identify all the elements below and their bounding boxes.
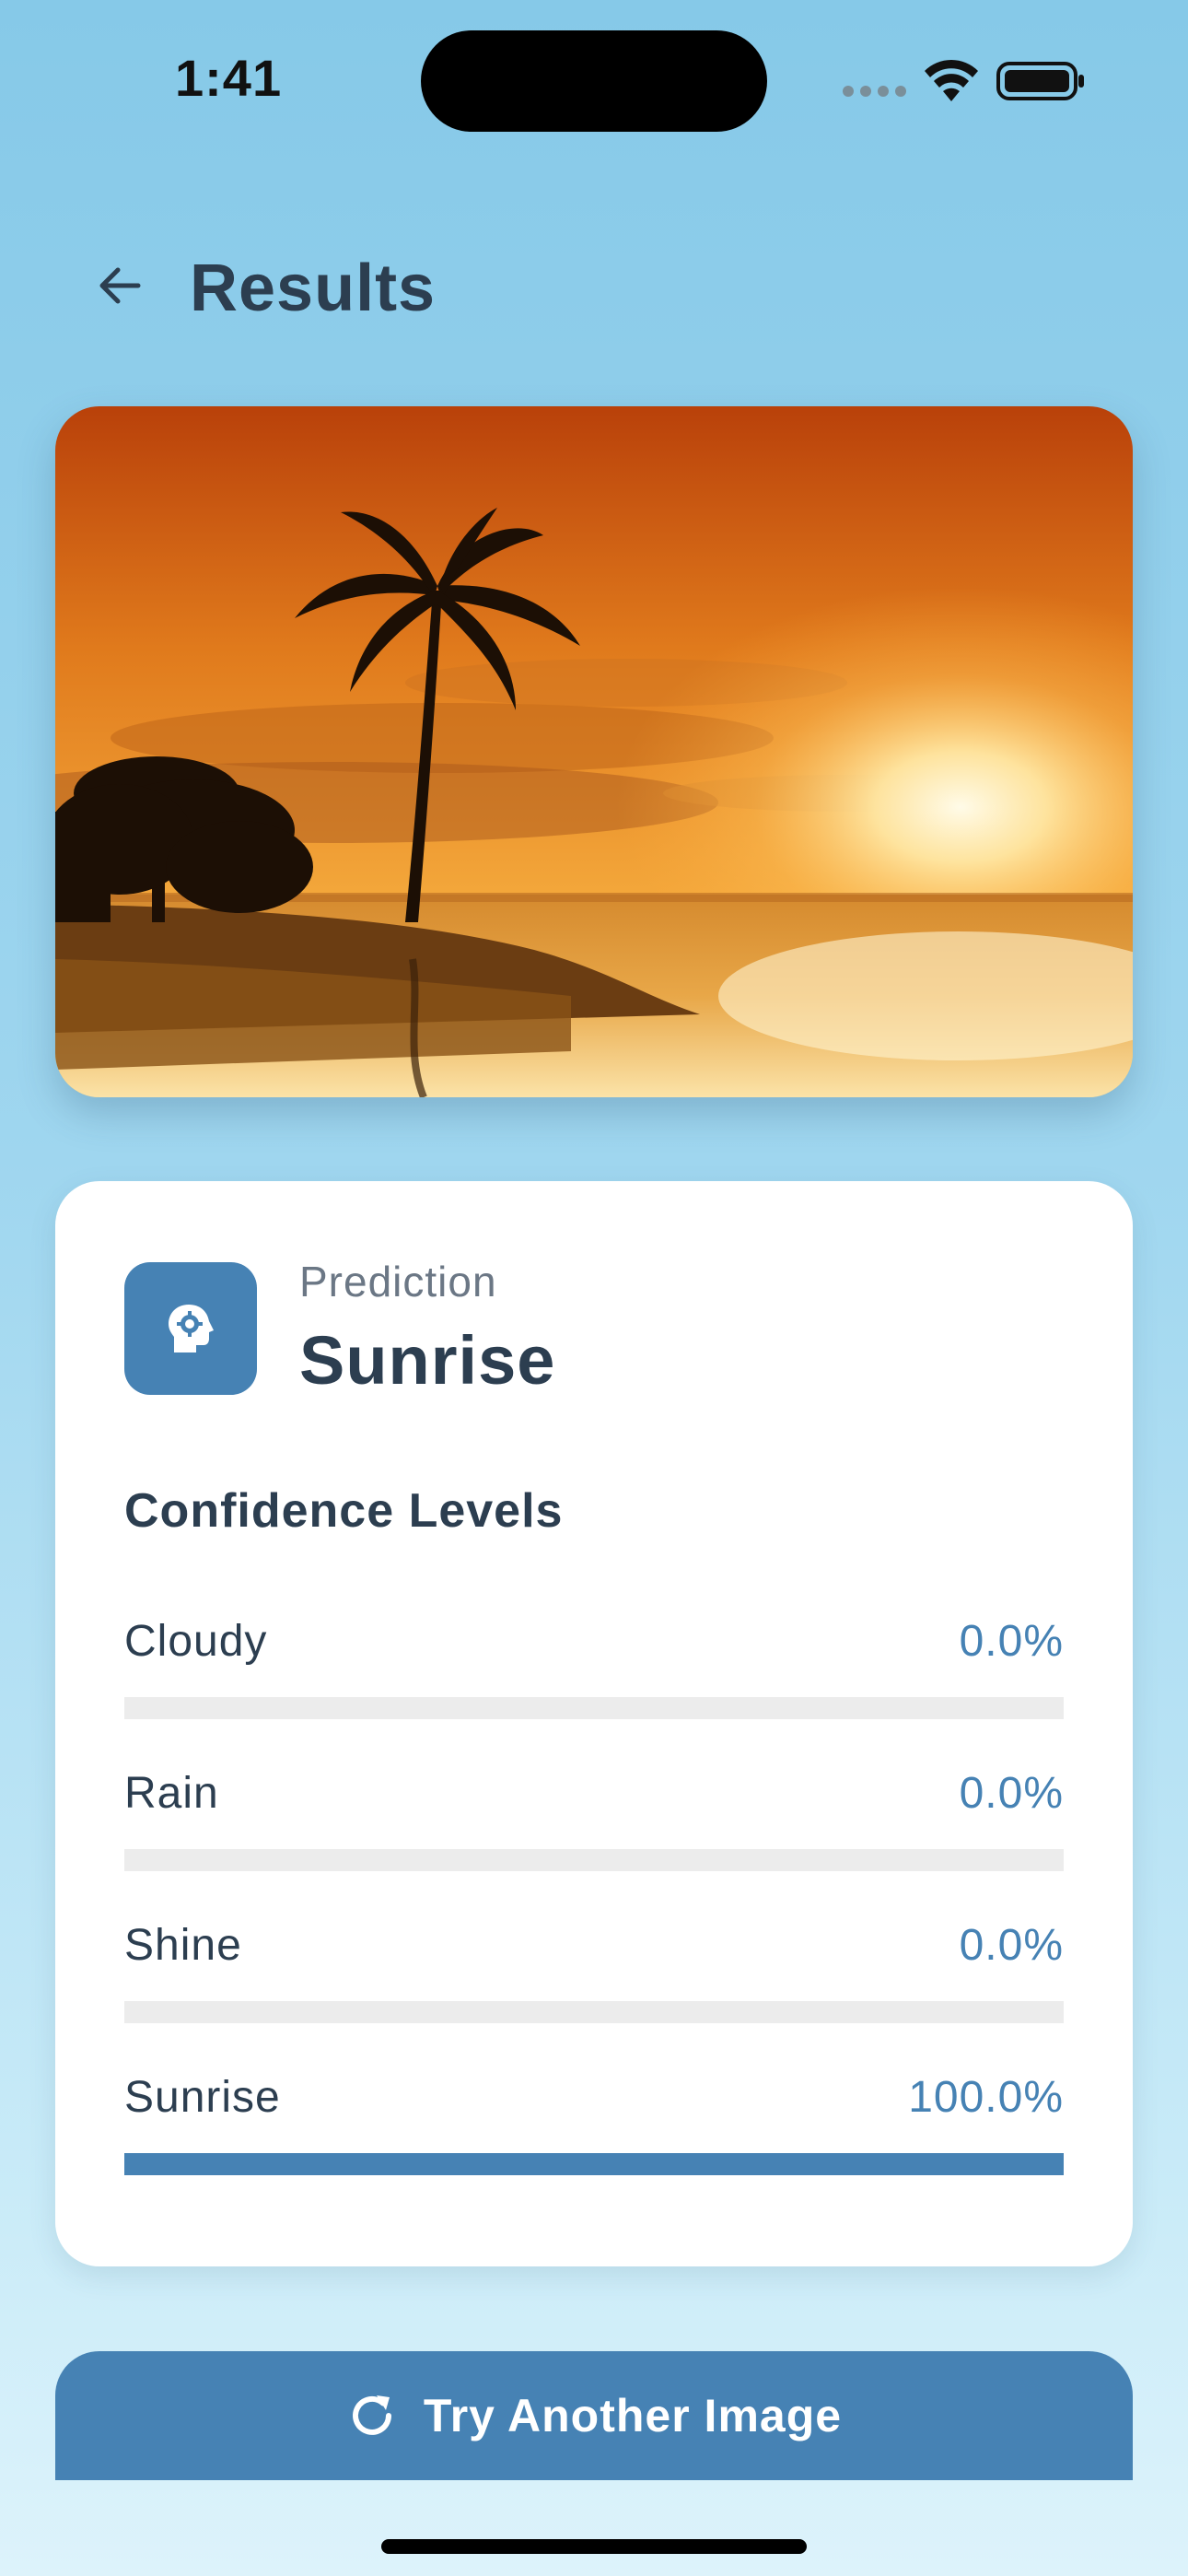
arrow-left-icon <box>99 267 141 304</box>
confidence-label: Shine <box>124 1921 242 1970</box>
confidence-bar-track <box>124 2001 1064 2023</box>
battery-icon <box>996 62 1084 100</box>
confidence-value: 0.0% <box>959 1921 1064 1970</box>
confidence-row-rain: Rain 0.0% <box>124 1768 1064 1879</box>
confidence-value: 0.0% <box>959 1617 1064 1666</box>
confidence-bar-track <box>124 1697 1064 1719</box>
head-gear-icon <box>169 1305 214 1352</box>
confidence-label: Cloudy <box>124 1617 268 1666</box>
status-time: 1:41 <box>175 49 283 107</box>
confidence-label: Sunrise <box>124 2073 281 2122</box>
refresh-icon <box>352 2395 391 2435</box>
dynamic-island <box>421 30 767 132</box>
cellular-signal-icon <box>843 86 907 97</box>
confidence-row-cloudy: Cloudy 0.0% <box>124 1616 1064 1727</box>
confidence-row-sunrise: Sunrise 100.0% <box>124 2072 1064 2183</box>
header: Results <box>0 230 1188 341</box>
confidence-row-shine: Shine 0.0% <box>124 1920 1064 2031</box>
prediction-icon-badge <box>124 1262 257 1395</box>
confidence-heading: Confidence Levels <box>124 1484 564 1538</box>
try-another-image-label: Try Another Image <box>423 2390 843 2441</box>
result-image <box>55 406 1133 1097</box>
prediction-label: Prediction <box>299 1258 497 1306</box>
confidence-bar-fill <box>124 2153 1064 2175</box>
back-button[interactable] <box>83 249 157 322</box>
wifi-icon <box>925 59 978 101</box>
confidence-value: 0.0% <box>959 1769 1064 1818</box>
page-title: Results <box>190 252 437 325</box>
confidence-value: 100.0% <box>908 2073 1064 2122</box>
status-bar: 1:41 <box>0 0 1188 157</box>
confidence-label: Rain <box>124 1769 219 1818</box>
result-card: Prediction Sunrise Confidence Levels Clo… <box>55 1181 1133 2266</box>
sunrise-beach-photo <box>55 406 1133 1097</box>
confidence-bar-track <box>124 1849 1064 1871</box>
try-another-image-button[interactable]: Try Another Image <box>55 2351 1133 2480</box>
home-indicator[interactable] <box>381 2539 807 2554</box>
confidence-bar-track <box>124 2153 1064 2175</box>
prediction-value: Sunrise <box>299 1322 556 1399</box>
